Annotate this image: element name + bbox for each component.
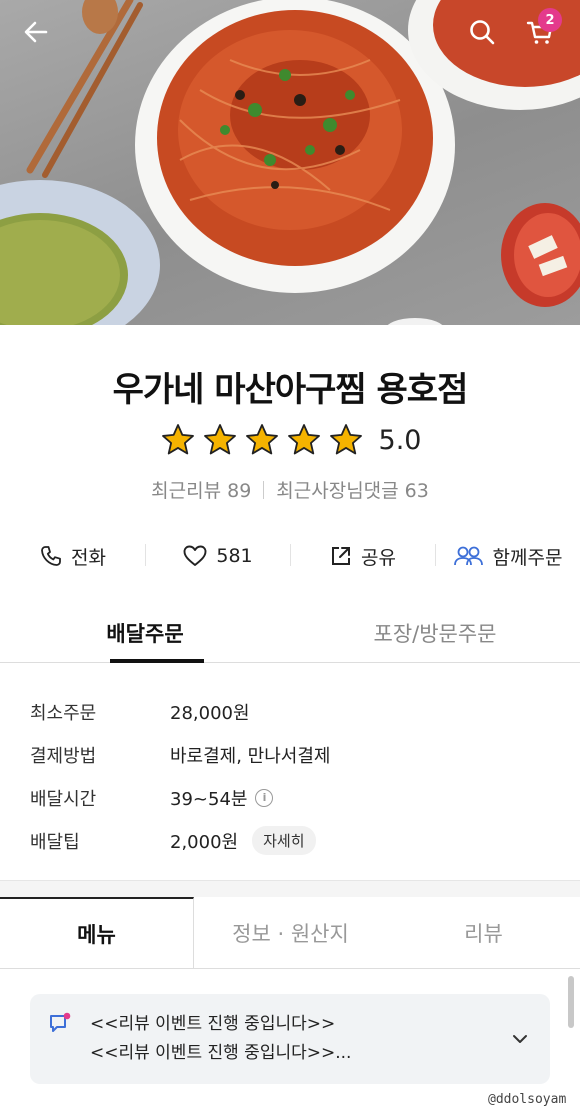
tab-delivery[interactable]: 배달주문 [0, 606, 290, 663]
info-value-wrap: 2,000원 자세히 [170, 826, 316, 855]
share-button[interactable]: 공유 [290, 536, 435, 576]
section-divider [0, 880, 580, 898]
star-icon [203, 424, 236, 455]
star-icon [287, 424, 320, 455]
notice-text: <<리뷰 이벤트 진행 중입니다>> <<리뷰 이벤트 진행 중입니다>>... [90, 1010, 508, 1068]
delivery-info: 최소주문 28,000원 결제방법 바로결제, 만나서결제 배달시간 39~54… [30, 690, 550, 862]
notice-line: <<리뷰 이벤트 진행 중입니다>>... [90, 1043, 352, 1063]
info-label: 배달시간 [30, 788, 97, 810]
share-label: 공유 [361, 546, 396, 569]
back-arrow-icon [24, 21, 48, 43]
chevron-down-icon [513, 1035, 527, 1043]
tab-pickup[interactable]: 포장/방문주문 [290, 606, 580, 662]
back-button[interactable] [16, 12, 56, 52]
info-value-wrap: 39~54분 i [170, 785, 274, 811]
speech-bubble-icon [50, 1012, 71, 1032]
tab-info-origin[interactable]: 정보 · 원산지 [194, 897, 387, 968]
tab-menu[interactable]: 메뉴 [0, 897, 194, 968]
notice-icon-wrap [48, 1010, 76, 1068]
tip-detail-button[interactable]: 자세히 [252, 826, 316, 855]
store-actions: 전화 581 공유 함께주문 [0, 536, 580, 576]
group-order-button[interactable]: 함께주문 [435, 536, 580, 576]
cart-button[interactable]: 2 [520, 8, 562, 52]
info-label: 최소주문 [30, 702, 97, 724]
notice-line: <<리뷰 이벤트 진행 중입니다>> [90, 1014, 336, 1034]
cart-count-badge: 2 [538, 8, 562, 32]
call-label: 전화 [71, 546, 106, 569]
divider [263, 480, 265, 499]
phone-icon [41, 546, 61, 566]
recent-reviews-link[interactable]: 최근리뷰 89 [151, 476, 251, 503]
call-button[interactable]: 전화 [0, 536, 145, 576]
owner-replies-link[interactable]: 최근사장님댓글 63 [276, 476, 429, 503]
tab-delivery-label: 배달주문 [106, 622, 184, 646]
info-value: 2,000원 [170, 831, 239, 853]
info-value: 28,000원 [170, 702, 250, 724]
info-label: 결제방법 [30, 745, 97, 767]
order-type-tabs: 배달주문 포장/방문주문 [0, 606, 580, 663]
info-label: 배달팁 [30, 831, 80, 853]
info-value: 39~54분 [170, 788, 248, 810]
info-icon[interactable]: i [255, 788, 274, 807]
search-button[interactable] [462, 12, 502, 52]
group-order-label: 함께주문 [492, 546, 563, 569]
store-notice[interactable]: <<리뷰 이벤트 진행 중입니다>> <<리뷰 이벤트 진행 중입니다>>... [30, 994, 550, 1084]
heart-icon [183, 545, 207, 566]
content-tabs: 메뉴 정보 · 원산지 리뷰 [0, 897, 580, 969]
store-name: 우가네 마산아구찜 용호점 [112, 370, 469, 410]
rating-value: 5.0 [378, 424, 422, 456]
rating-row: 5.0 [0, 422, 580, 458]
like-count: 581 [216, 545, 253, 567]
expand-button[interactable] [508, 1010, 532, 1068]
group-icon [453, 546, 483, 566]
info-row-delivery-time: 배달시간 39~54분 i [30, 776, 550, 819]
star-icon [245, 424, 278, 455]
tab-pickup-label: 포장/방문주문 [373, 622, 497, 646]
search-icon [470, 20, 495, 45]
active-tab-indicator [110, 659, 204, 663]
star-icon [329, 424, 362, 455]
star-icon [161, 424, 194, 455]
info-row-payment: 결제방법 바로결제, 만나서결제 [30, 733, 550, 776]
store-hero-image: 2 [0, 0, 580, 325]
review-counts: 최근리뷰 89 최근사장님댓글 63 [0, 476, 580, 503]
info-row-delivery-tip: 배달팁 2,000원 자세히 [30, 819, 550, 862]
watermark: @ddolsoyam [488, 1092, 567, 1107]
tab-reviews[interactable]: 리뷰 [387, 897, 580, 968]
scrollbar[interactable] [568, 976, 574, 1028]
share-icon [332, 547, 351, 565]
info-value: 바로결제, 만나서결제 [170, 745, 331, 767]
info-row-min-order: 최소주문 28,000원 [30, 690, 550, 733]
like-button[interactable]: 581 [145, 536, 290, 576]
